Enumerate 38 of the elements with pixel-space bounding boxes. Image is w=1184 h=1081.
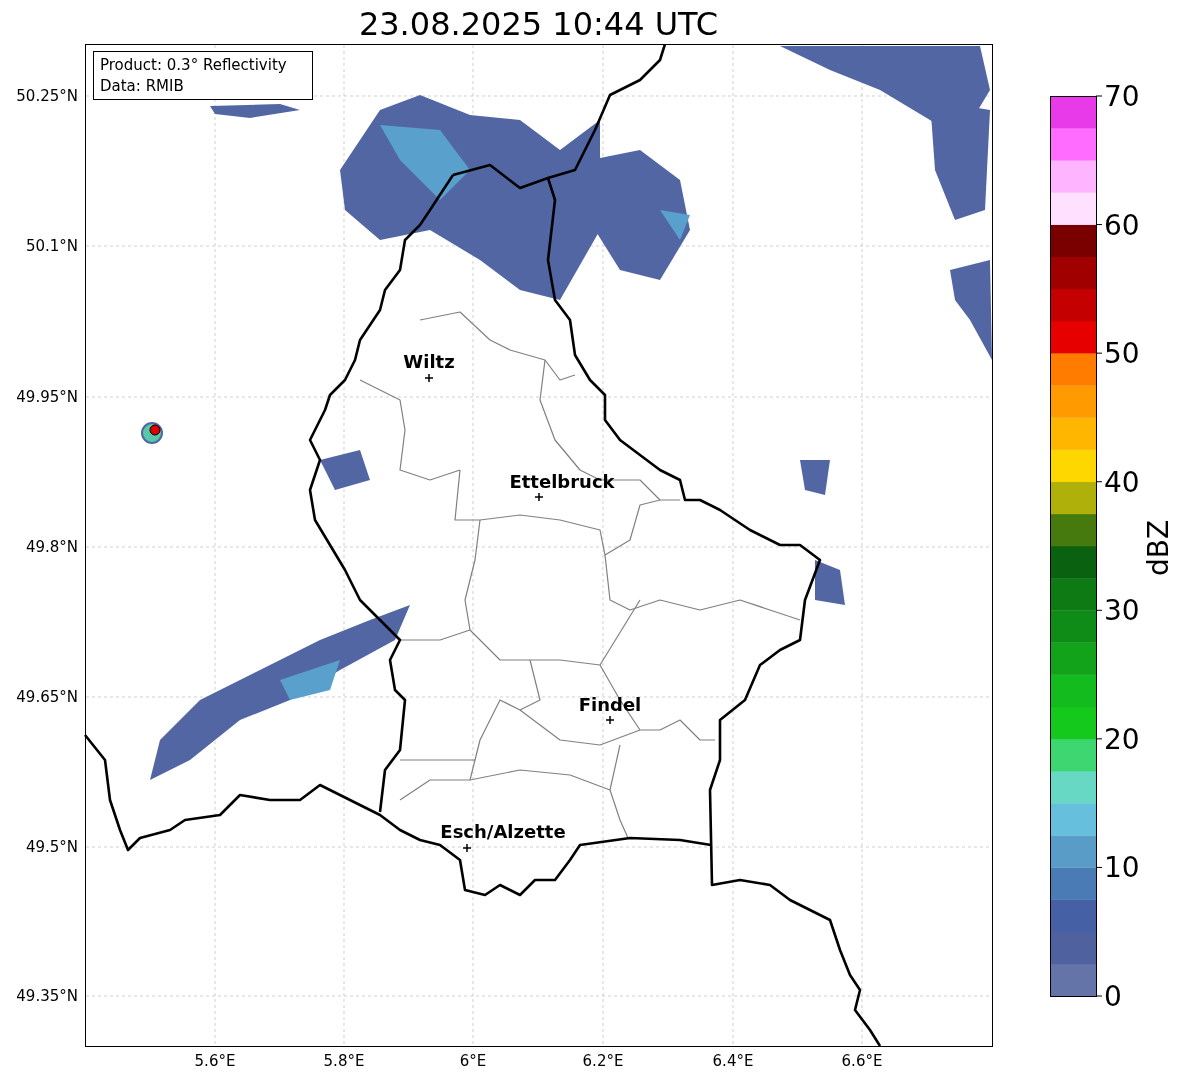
city-marker-icon (424, 373, 434, 383)
colorbar-tick-label: 60 (1104, 208, 1140, 242)
colorbar-tick-label: 40 (1104, 465, 1140, 499)
colorbar-title: dBZ (1142, 519, 1175, 577)
chart-title: 23.08.2025 10:44 UTC (358, 4, 719, 44)
longitude-label: 6.4°E (712, 1052, 754, 1070)
latitude-label: 49.8°N (25, 538, 78, 556)
colorbar-tick-label: 70 (1104, 80, 1140, 113)
colorbar-tick-label: 30 (1104, 594, 1140, 628)
latitude-label: 49.35°N (16, 987, 78, 1005)
city-label: Findel (578, 694, 642, 715)
rain-core (660, 210, 690, 240)
city-marker-icon (605, 715, 615, 725)
longitude-label: 6°E (459, 1052, 487, 1070)
latitude-label: 50.1°N (25, 237, 78, 255)
latitude-label: 50.25°N (16, 87, 78, 105)
colorbar-tick-label: 0 (1104, 980, 1122, 1013)
city-label: Wiltz (403, 351, 455, 372)
info-text: Data: RMIB (100, 77, 184, 95)
rain-echo (815, 560, 845, 605)
city-label: Ettelbruck (509, 471, 615, 492)
rain-echo (800, 460, 830, 495)
city-label: Esch/Alzette (440, 821, 566, 842)
colorbar-tick-label: 10 (1104, 851, 1140, 885)
latitude-label: 49.95°N (16, 388, 78, 406)
longitude-label: 6.2°E (582, 1052, 624, 1070)
colorbar-tick-label: 20 (1104, 722, 1140, 756)
longitude-label: 6.6°E (841, 1052, 883, 1070)
colorbar-tick-label: 50 (1104, 337, 1140, 371)
longitude-label: 5.6°E (194, 1052, 236, 1070)
info-text: Product: 0.3° Reflectivity (100, 56, 287, 74)
latitude-label: 49.5°N (25, 838, 78, 856)
rain-core (280, 660, 340, 700)
city-marker-icon (534, 492, 544, 502)
longitude-label: 5.8°E (323, 1052, 365, 1070)
city-marker-icon (462, 843, 472, 853)
rain-echo (320, 450, 370, 490)
latitude-label: 49.65°N (16, 688, 78, 706)
